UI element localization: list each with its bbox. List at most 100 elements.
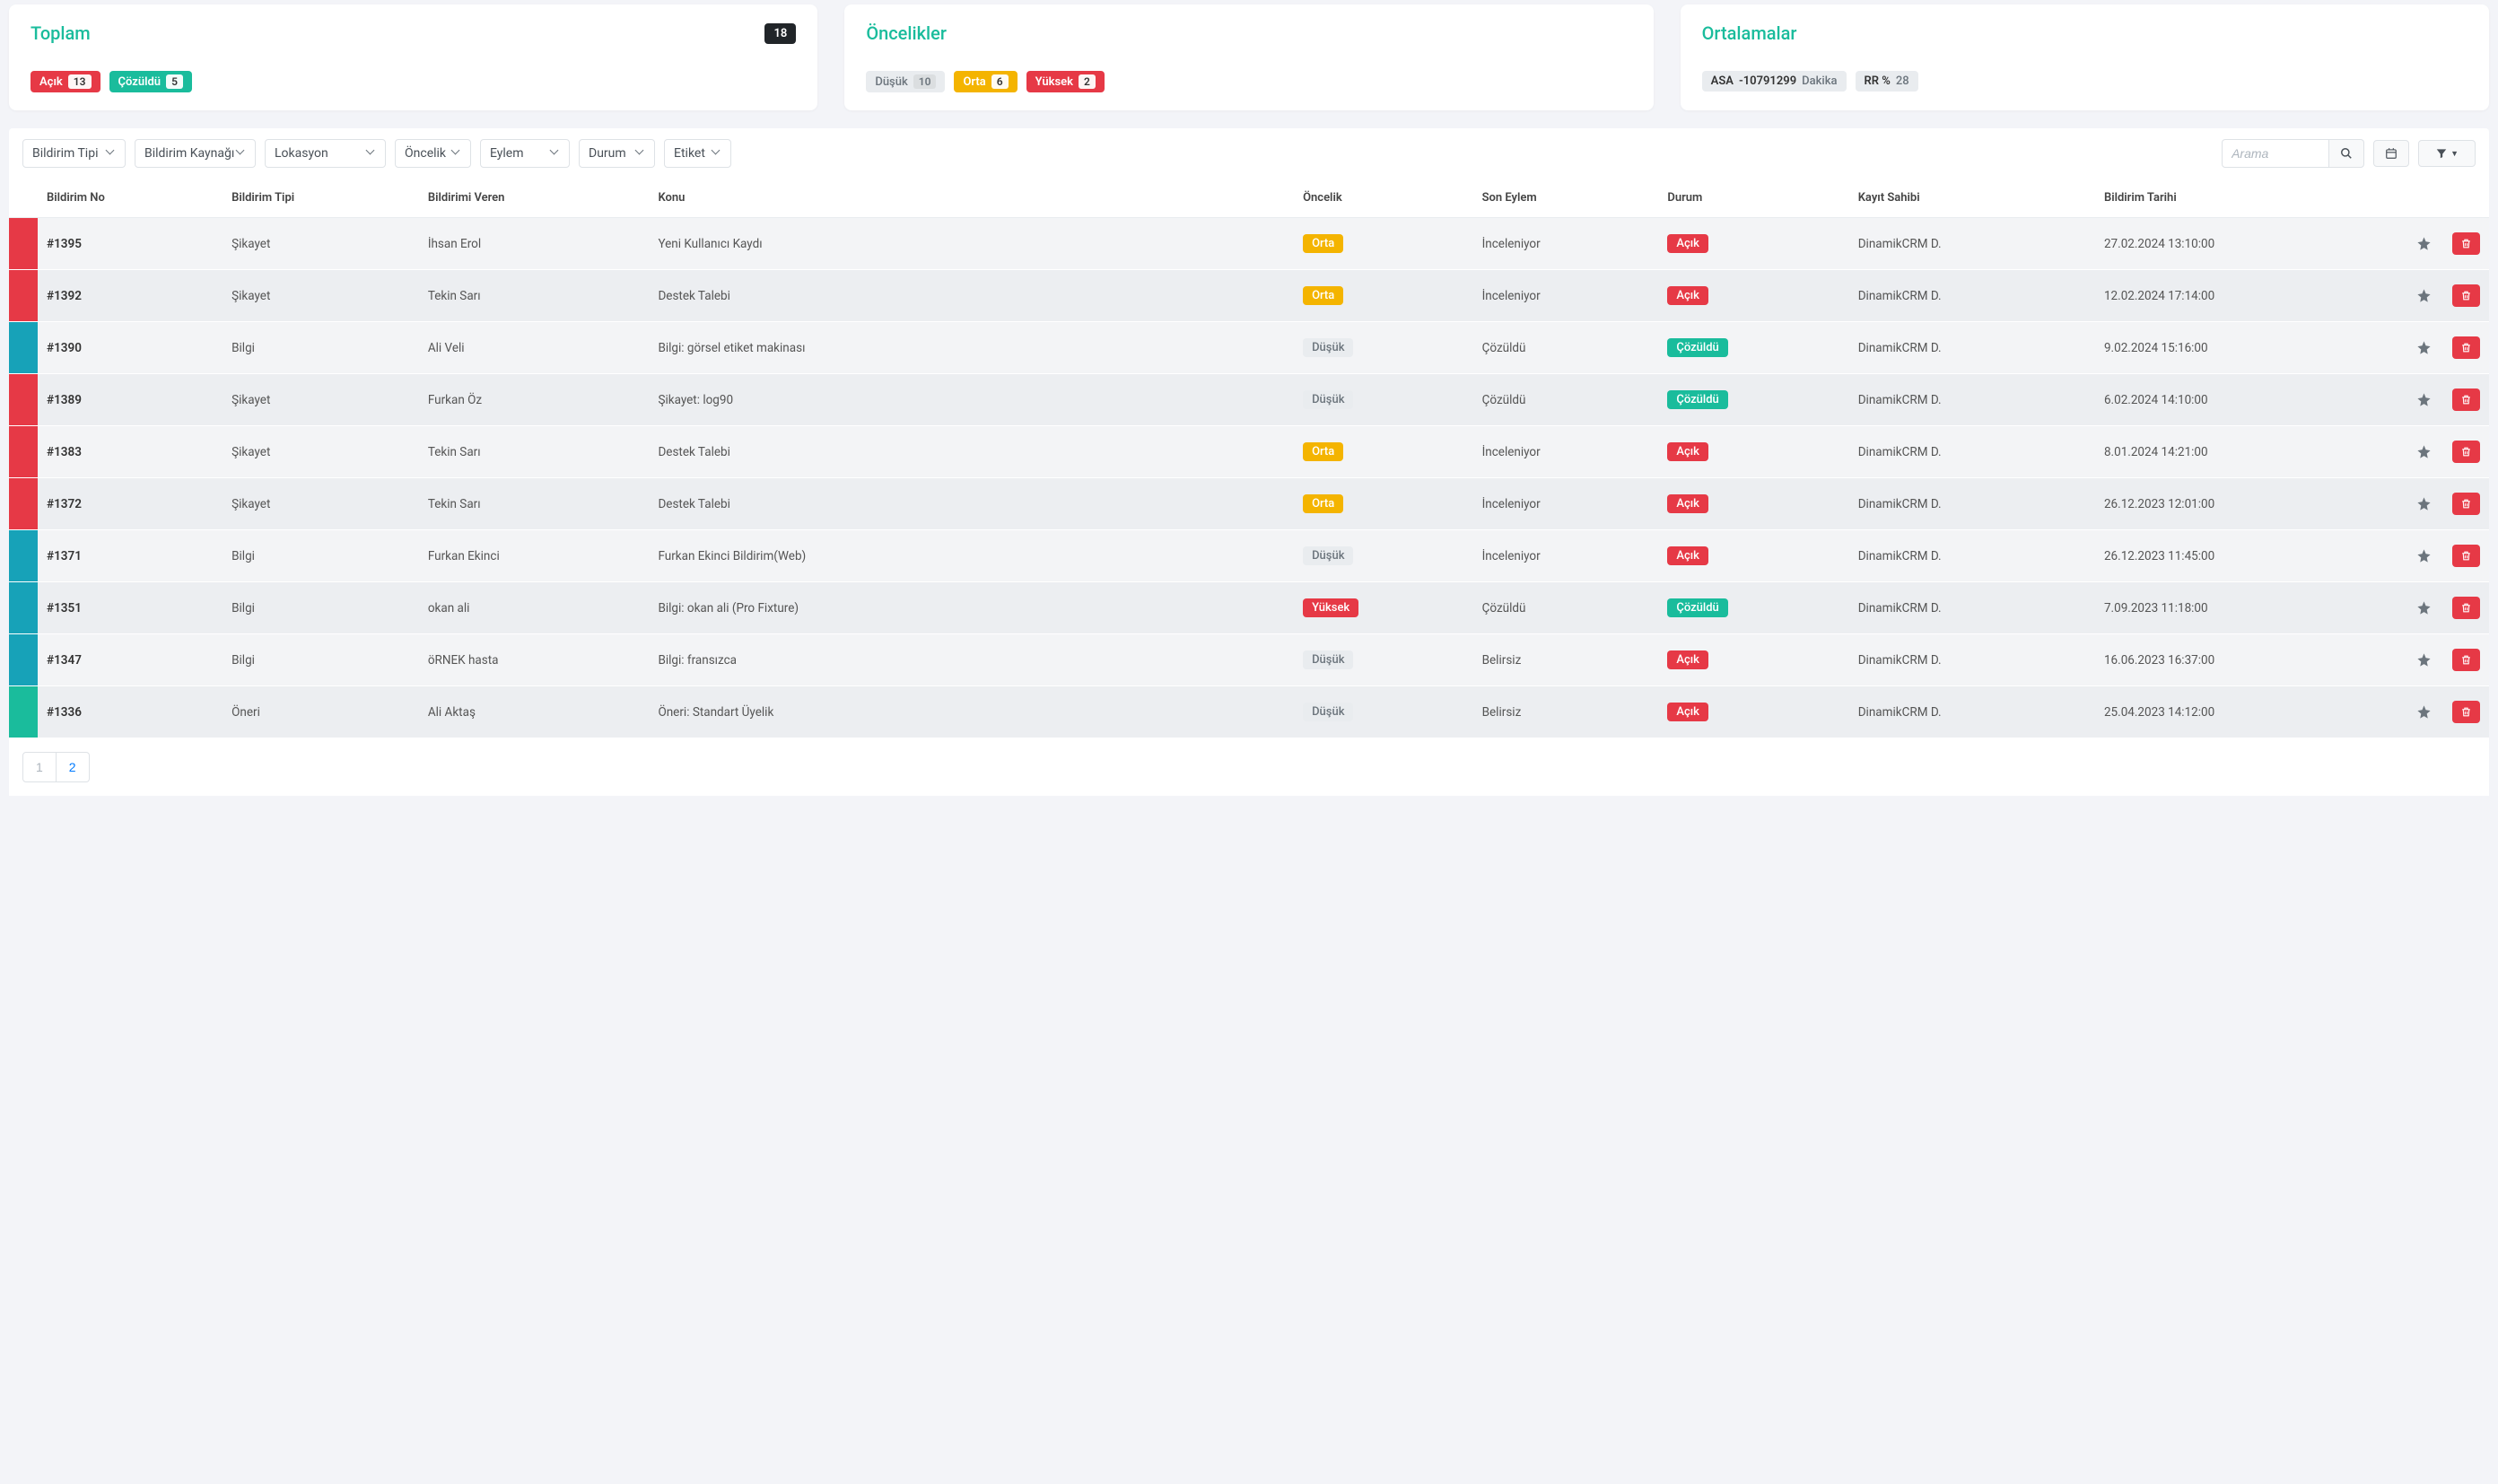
th-id[interactable]: Bildirim No xyxy=(38,179,223,218)
page-1-button[interactable]: 1 xyxy=(22,752,57,782)
th-status[interactable]: Durum xyxy=(1658,179,1848,218)
star-icon[interactable] xyxy=(2416,600,2434,615)
filter-action-select[interactable]: Eylem xyxy=(480,139,570,168)
filter-status-select[interactable]: Durum xyxy=(579,139,655,168)
th-last-action[interactable]: Son Eylem xyxy=(1473,179,1659,218)
priority-low-label: Düşük xyxy=(875,75,907,89)
delete-button[interactable] xyxy=(2452,493,2480,515)
filter-tag-select[interactable]: Etiket xyxy=(664,139,731,168)
star-icon[interactable] xyxy=(2416,496,2434,511)
delete-button[interactable] xyxy=(2452,284,2480,307)
cell-priority: Orta xyxy=(1294,478,1473,530)
star-icon[interactable] xyxy=(2416,236,2434,251)
delete-button[interactable] xyxy=(2452,388,2480,411)
th-priority[interactable]: Öncelik xyxy=(1294,179,1473,218)
th-subject[interactable]: Konu xyxy=(649,179,1294,218)
priority-pill: Düşük xyxy=(1303,546,1353,565)
cell-id: #1371 xyxy=(38,530,223,582)
table-row[interactable]: #1392ŞikayetTekin SarıDestek TalebiOrtaİ… xyxy=(9,270,2489,322)
filter-priority-select[interactable]: Öncelik xyxy=(395,139,471,168)
open-label: Açık xyxy=(39,75,63,89)
star-icon[interactable] xyxy=(2416,288,2434,303)
asa-unit: Dakika xyxy=(1802,74,1837,88)
star-icon[interactable] xyxy=(2416,704,2434,720)
pagination: 1 2 xyxy=(9,738,2489,796)
filter-status-label: Durum xyxy=(589,146,626,161)
resolved-count: 5 xyxy=(166,74,183,89)
table-row[interactable]: #1336ÖneriAli AktaşÖneri: Standart Üyeli… xyxy=(9,686,2489,738)
filter-location-select[interactable]: Lokasyon xyxy=(265,139,386,168)
star-icon[interactable] xyxy=(2416,548,2434,563)
cell-last-action: Çözüldü xyxy=(1473,374,1659,426)
cell-status: Açık xyxy=(1658,686,1848,738)
th-date[interactable]: Bildirim Tarihi xyxy=(2095,179,2407,218)
priority-high-label: Yüksek xyxy=(1035,75,1073,89)
delete-button[interactable] xyxy=(2452,649,2480,671)
star-icon[interactable] xyxy=(2416,340,2434,355)
table-row[interactable]: #1395Şikayetİhsan ErolYeni Kullanıcı Kay… xyxy=(9,218,2489,270)
priority-mid-count: 6 xyxy=(991,74,1009,89)
delete-button[interactable] xyxy=(2452,336,2480,359)
calendar-button[interactable] xyxy=(2373,140,2409,167)
star-icon[interactable] xyxy=(2416,392,2434,407)
cell-subject: Furkan Ekinci Bildirim(Web) xyxy=(649,530,1294,582)
cell-id: #1351 xyxy=(38,582,223,634)
cell-last-action: İnceleniyor xyxy=(1473,270,1659,322)
priority-pill: Düşük xyxy=(1303,703,1353,721)
star-icon[interactable] xyxy=(2416,444,2434,459)
row-color-bar xyxy=(9,530,38,582)
priority-pill: Düşük xyxy=(1303,650,1353,669)
cell-last-action: İnceleniyor xyxy=(1473,478,1659,530)
table-row[interactable]: #1389ŞikayetFurkan ÖzŞikayet: log90Düşük… xyxy=(9,374,2489,426)
th-reporter[interactable]: Bildirimi Veren xyxy=(419,179,650,218)
filter-button[interactable]: ▼ xyxy=(2418,140,2476,167)
cell-subject: Yeni Kullanıcı Kaydı xyxy=(649,218,1294,270)
page-2-button[interactable]: 2 xyxy=(57,752,90,782)
table-row[interactable]: #1351Bilgiokan aliBilgi: okan ali (Pro F… xyxy=(9,582,2489,634)
table-row[interactable]: #1390BilgiAli VeliBilgi: görsel etiket m… xyxy=(9,322,2489,374)
priority-pill: Düşük xyxy=(1303,338,1353,357)
cell-last-action: İnceleniyor xyxy=(1473,218,1659,270)
cell-status: Açık xyxy=(1658,218,1848,270)
filter-type-select[interactable]: Bildirim Tipi xyxy=(22,139,126,168)
open-badge: Açık 13 xyxy=(31,71,100,92)
cell-type: Şikayet xyxy=(223,426,419,478)
cell-priority: Orta xyxy=(1294,218,1473,270)
search-input[interactable] xyxy=(2222,139,2329,168)
cell-owner: DinamikCRM D. xyxy=(1849,322,2095,374)
delete-button[interactable] xyxy=(2452,701,2480,723)
delete-button[interactable] xyxy=(2452,441,2480,463)
search-group xyxy=(2222,139,2364,168)
cell-owner: DinamikCRM D. xyxy=(1849,374,2095,426)
status-pill: Çözüldü xyxy=(1667,598,1727,617)
cell-last-action: İnceleniyor xyxy=(1473,426,1659,478)
th-type[interactable]: Bildirim Tipi xyxy=(223,179,419,218)
th-owner[interactable]: Kayıt Sahibi xyxy=(1849,179,2095,218)
star-icon[interactable] xyxy=(2416,652,2434,668)
filters-bar: Bildirim Tipi Bildirim Kaynağı Lokasyon … xyxy=(9,128,2489,179)
delete-button[interactable] xyxy=(2452,597,2480,619)
cell-reporter: Tekin Sarı xyxy=(419,426,650,478)
tickets-table: Bildirim No Bildirim Tipi Bildirimi Vere… xyxy=(9,179,2489,738)
cell-priority: Orta xyxy=(1294,270,1473,322)
cell-owner: DinamikCRM D. xyxy=(1849,478,2095,530)
cell-status: Açık xyxy=(1658,634,1848,686)
resolved-label: Çözüldü xyxy=(118,75,162,89)
priority-low-badge: Düşük 10 xyxy=(866,71,945,92)
filter-source-select[interactable]: Bildirim Kaynağı xyxy=(135,139,256,168)
table-row[interactable]: #1372ŞikayetTekin SarıDestek TalebiOrtaİ… xyxy=(9,478,2489,530)
table-row[interactable]: #1347BilgiöRNEK hastaBilgi: fransızcaDüş… xyxy=(9,634,2489,686)
search-button[interactable] xyxy=(2329,139,2364,168)
cell-priority: Düşük xyxy=(1294,686,1473,738)
cell-reporter: Ali Aktaş xyxy=(419,686,650,738)
delete-button[interactable] xyxy=(2452,545,2480,567)
table-row[interactable]: #1371BilgiFurkan EkinciFurkan Ekinci Bil… xyxy=(9,530,2489,582)
asa-value: -10791299 xyxy=(1739,74,1796,88)
trash-icon xyxy=(2460,706,2472,718)
status-pill: Açık xyxy=(1667,546,1708,565)
cell-reporter: Furkan Ekinci xyxy=(419,530,650,582)
filter-location-label: Lokasyon xyxy=(275,146,328,161)
chevron-down-icon xyxy=(636,149,645,158)
delete-button[interactable] xyxy=(2452,232,2480,255)
table-row[interactable]: #1383ŞikayetTekin SarıDestek TalebiOrtaİ… xyxy=(9,426,2489,478)
